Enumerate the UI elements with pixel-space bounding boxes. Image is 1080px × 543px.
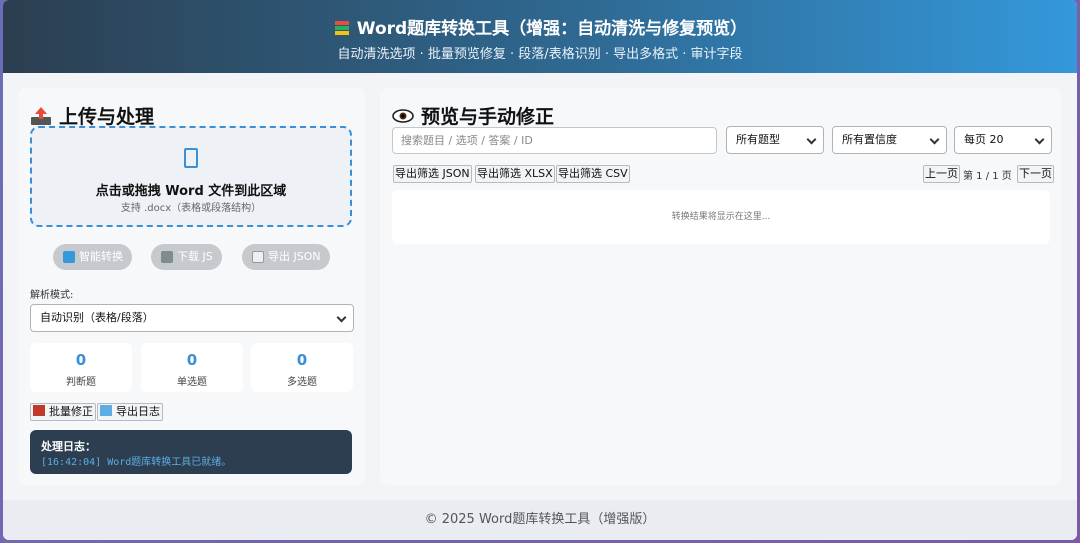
page-size-select[interactable]: 每页 20	[954, 126, 1052, 154]
app-title-text: Word题库转换工具（增强：自动清洗与修复预览）	[356, 19, 748, 39]
page-indicator: 第 1 / 1 页	[963, 171, 1012, 182]
parse-mode-label: 解析模式:	[30, 290, 74, 301]
stat-label: 多选题	[287, 377, 317, 388]
stat-multi-choice: 0 多选题	[251, 343, 353, 392]
toolbox-icon	[33, 405, 45, 416]
app-subtitle: 自动清洗选项 · 批量预览修复 · 段落/表格识别 · 导出多格式 · 审计字段	[337, 47, 743, 62]
chevron-down-icon	[1034, 134, 1045, 145]
gear-icon	[63, 251, 75, 263]
page-footer: © 2025 Word题库转换工具（增强版）	[3, 500, 1077, 540]
download-js-button[interactable]: 下载 JS	[151, 244, 222, 270]
preview-title-text: 预览与手动修正	[421, 106, 555, 128]
download-js-label: 下载 JS	[177, 250, 213, 263]
smart-convert-label: 智能转换	[79, 250, 123, 263]
file-dropzone[interactable]: 点击或拖拽 Word 文件到此区域 支持 .docx（表格或段落结构）	[30, 126, 352, 227]
smart-convert-button[interactable]: 智能转换	[53, 244, 132, 270]
stat-value: 0	[186, 351, 198, 369]
stat-label: 判断题	[66, 377, 96, 388]
processing-log: 处理日志： [16:42:04] Word题库转换工具已就绪。	[30, 430, 352, 474]
upload-tray-icon	[100, 405, 112, 416]
document-icon	[184, 148, 198, 168]
books-icon	[334, 21, 349, 35]
prev-page-button[interactable]: 上一页	[923, 165, 960, 183]
parse-mode-value: 自动识别（表格/段落）	[40, 311, 154, 324]
export-filtered-csv-button[interactable]: 导出筛选 CSV	[556, 165, 630, 183]
dropzone-hint: 支持 .docx（表格或段落结构）	[120, 203, 262, 214]
confidence-filter-select[interactable]: 所有置信度	[832, 126, 947, 154]
stat-label: 单选题	[177, 377, 207, 388]
stat-value: 0	[75, 351, 87, 369]
stat-value: 0	[296, 351, 308, 369]
results-area: 转换结果将显示在这里...	[392, 190, 1050, 244]
export-log-label: 导出日志	[116, 405, 160, 418]
export-json-button[interactable]: 导出 JSON	[242, 244, 330, 270]
log-title: 处理日志：	[41, 440, 96, 453]
eye-icon	[392, 109, 414, 123]
upload-panel: 上传与处理 点击或拖拽 Word 文件到此区域 支持 .docx（表格或段落结构…	[18, 88, 365, 485]
app-window: Word题库转换工具（增强：自动清洗与修复预览） 自动清洗选项 · 批量预览修复…	[3, 0, 1077, 540]
next-page-button[interactable]: 下一页	[1017, 165, 1054, 183]
upload-panel-title: 上传与处理	[30, 102, 154, 129]
parse-mode-select[interactable]: 自动识别（表格/段落）	[30, 304, 354, 332]
preview-panel: 预览与手动修正 所有题型 所有置信度 每页 20 导出筛选 JSON 导出筛选 …	[380, 88, 1061, 485]
preview-panel-title: 预览与手动修正	[392, 102, 554, 129]
chevron-down-icon	[806, 134, 817, 145]
floppy-icon	[161, 251, 173, 263]
upload-icon	[31, 107, 51, 125]
type-filter-value: 所有题型	[736, 133, 780, 146]
stat-true-false: 0 判断题	[30, 343, 132, 392]
dropzone-text: 点击或拖拽 Word 文件到此区域	[95, 184, 287, 199]
confidence-filter-value: 所有置信度	[842, 133, 897, 146]
batch-fix-button[interactable]: 批量修正	[30, 403, 96, 421]
batch-fix-label: 批量修正	[49, 405, 93, 418]
export-filtered-json-button[interactable]: 导出筛选 JSON	[393, 165, 472, 183]
stat-single-choice: 0 单选题	[141, 343, 243, 392]
upload-title-text: 上传与处理	[59, 106, 155, 128]
export-filtered-xlsx-button[interactable]: 导出筛选 XLSX	[475, 165, 555, 183]
export-json-label: 导出 JSON	[268, 250, 321, 263]
app-header: Word题库转换工具（增强：自动清洗与修复预览） 自动清洗选项 · 批量预览修复…	[3, 0, 1077, 73]
chevron-down-icon	[929, 134, 940, 145]
file-icon	[252, 251, 264, 263]
export-log-button[interactable]: 导出日志	[97, 403, 163, 421]
type-filter-select[interactable]: 所有题型	[726, 126, 824, 154]
app-title: Word题库转换工具（增强：自动清洗与修复预览）	[3, 14, 1077, 39]
chevron-down-icon	[336, 312, 347, 323]
log-line: [16:42:04] Word题库转换工具已就绪。	[41, 457, 232, 468]
search-input[interactable]	[392, 127, 717, 154]
page-size-value: 每页 20	[964, 133, 1004, 146]
